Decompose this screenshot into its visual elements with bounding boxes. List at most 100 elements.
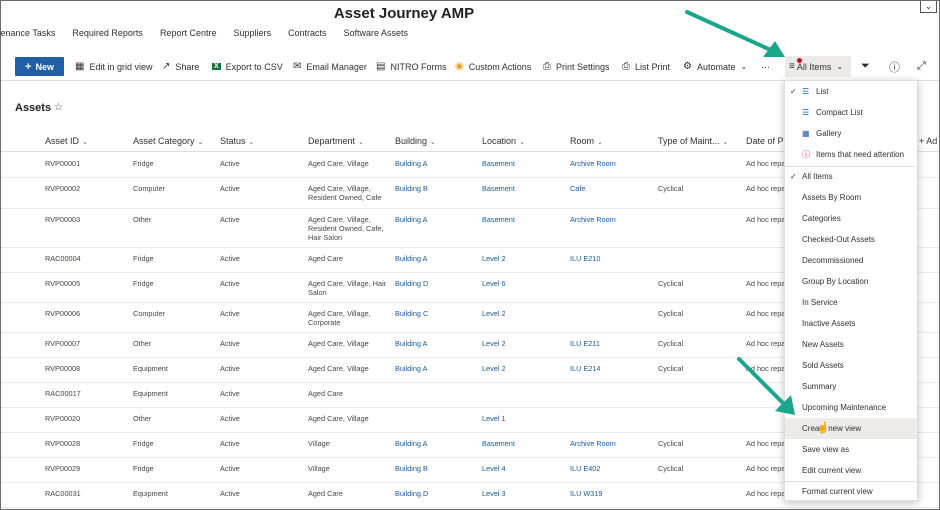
cell-building[interactable]: Building A — [395, 159, 427, 168]
cell-room[interactable]: Archive Room — [570, 215, 616, 224]
cell-department: Aged Care — [308, 389, 343, 398]
menu-item-label: Group By Location — [802, 277, 869, 286]
favorite-star-icon[interactable]: ☆ — [54, 102, 63, 113]
chevron-down-icon[interactable]: ⌄ — [920, 1, 937, 13]
nav-item-suppliers[interactable]: Suppliers — [233, 28, 271, 38]
column-header-status[interactable]: Status ⌄ — [220, 136, 254, 146]
menu-item-edit-current-view[interactable]: Edit current view — [785, 460, 917, 481]
cell-location[interactable]: Level 2 — [482, 339, 506, 348]
cell-location[interactable]: Level 2 — [482, 309, 506, 318]
cell-asset-id: RAC00031 — [45, 489, 81, 498]
cell-room[interactable]: ILU E402 — [570, 464, 600, 473]
column-header-date[interactable]: Date of Pr — [746, 136, 787, 146]
column-header-location[interactable]: Location ⌄ — [482, 136, 525, 146]
menu-item-create-new-view[interactable]: Create new view — [785, 418, 917, 439]
nav-item-required-reports[interactable]: Required Reports — [72, 28, 143, 38]
cell-room[interactable]: ILU E214 — [570, 364, 600, 373]
cell-building[interactable]: Building A — [395, 339, 427, 348]
cell-location[interactable]: Basement — [482, 215, 515, 224]
column-header-asset-category[interactable]: Asset Category ⌄ — [133, 136, 203, 146]
view-selector-button[interactable]: ≡ All Items ⌄ — [785, 56, 851, 77]
cell-location[interactable]: Basement — [482, 439, 515, 448]
column-header-asset-id[interactable]: Asset ID ⌄ — [45, 136, 88, 146]
cell-room[interactable]: Archive Room — [570, 439, 616, 448]
chevron-down-icon: ⌄ — [430, 139, 436, 146]
menu-item-in-service[interactable]: In Service — [785, 292, 917, 313]
cell-room[interactable]: ILU E211 — [570, 339, 600, 348]
cell-building[interactable]: Building A — [395, 439, 427, 448]
menu-item-assets-by-room[interactable]: Assets By Room — [785, 187, 917, 208]
cell-location[interactable]: Level 3 — [482, 489, 506, 498]
column-header-room[interactable]: Room ⌄ — [570, 136, 603, 146]
email-manager-button[interactable]: ✉ Email Manager — [293, 57, 367, 76]
cell-room[interactable]: ILU E210 — [570, 254, 600, 263]
cell-location[interactable]: Basement — [482, 159, 515, 168]
column-header-building[interactable]: Building ⌄ — [395, 136, 436, 146]
nitro-forms-button[interactable]: ▤ NITRO Forms — [376, 57, 446, 76]
menu-item-sold-assets[interactable]: Sold Assets — [785, 355, 917, 376]
cell-room[interactable]: Cafe — [570, 184, 585, 193]
edit-grid-view-button[interactable]: ▦ Edit in grid view — [75, 57, 152, 76]
cell-location[interactable]: Level 6 — [482, 279, 506, 288]
menu-item-compact-list[interactable]: ☰ Compact List — [785, 102, 917, 123]
cell-building[interactable]: Building A — [395, 254, 427, 263]
nav-item-report-centre[interactable]: Report Centre — [160, 28, 217, 38]
menu-item-gallery[interactable]: ▦ Gallery — [785, 123, 917, 144]
share-icon: ↗ — [162, 61, 171, 72]
share-button[interactable]: ↗ Share — [162, 57, 199, 76]
cell-location[interactable]: Basement — [482, 184, 515, 193]
menu-item-format-current-view[interactable]: Format current view — [785, 481, 917, 502]
filter-icon[interactable]: ⏷ — [861, 57, 870, 76]
menu-item-checked-out-assets[interactable]: Checked-Out Assets — [785, 229, 917, 250]
cell-asset-category: Equipment — [133, 364, 168, 373]
cell-location[interactable]: Level 2 — [482, 254, 506, 263]
nav-item-maintenance-tasks[interactable]: ntenance Tasks — [1, 28, 55, 38]
cell-room[interactable]: ILU W319 — [570, 489, 602, 498]
export-csv-button[interactable]: X Export to CSV — [212, 57, 283, 76]
cell-location[interactable]: Level 2 — [482, 364, 506, 373]
cell-room[interactable]: Archive Room — [570, 159, 616, 168]
cell-building[interactable]: Building D — [395, 279, 428, 288]
cell-status: Active — [220, 364, 240, 373]
menu-item-new-assets[interactable]: New Assets — [785, 334, 917, 355]
cell-status: Active — [220, 339, 240, 348]
menu-item-categories[interactable]: Categories — [785, 208, 917, 229]
nav-item-contracts[interactable]: Contracts — [288, 28, 327, 38]
menu-item-label: Categories — [802, 214, 841, 223]
add-column-button[interactable]: + Ad — [919, 136, 937, 146]
menu-item-upcoming-maintenance[interactable]: Upcoming Maintenance — [785, 397, 917, 418]
cell-building[interactable]: Building A — [395, 215, 427, 224]
nitro-forms-label: NITRO Forms — [390, 61, 447, 72]
cell-department: Aged Care, Village, Hair Salon — [308, 279, 387, 297]
menu-item-list[interactable]: ✓ ☰ List — [785, 81, 917, 102]
pointer-cursor-icon: ☝ — [816, 422, 830, 434]
cell-location[interactable]: Level 4 — [482, 464, 506, 473]
info-icon[interactable]: ⓘ — [889, 57, 900, 76]
cell-building[interactable]: Building C — [395, 309, 428, 318]
cell-building[interactable]: Building D — [395, 489, 428, 498]
list-print-button[interactable]: ⎙ List Print — [622, 57, 670, 76]
new-button[interactable]: + New — [15, 57, 64, 76]
menu-item-save-view-as[interactable]: Save view as — [785, 439, 917, 460]
column-header-department[interactable]: Department ⌄ — [308, 136, 364, 146]
cell-type-of-maintenance: Cyclical — [658, 184, 684, 193]
menu-item-inactive-assets[interactable]: Inactive Assets — [785, 313, 917, 334]
print-settings-button[interactable]: ⎙ Print Settings — [543, 57, 610, 76]
menu-item-group-by-location[interactable]: Group By Location — [785, 271, 917, 292]
nav-item-software-assets[interactable]: Software Assets — [344, 28, 409, 38]
custom-actions-button[interactable]: ◉ Custom Actions — [455, 57, 531, 76]
cell-building[interactable]: Building A — [395, 364, 427, 373]
cell-building[interactable]: Building B — [395, 184, 428, 193]
expand-icon[interactable]: ⤢ — [917, 57, 926, 76]
menu-item-decommissioned[interactable]: Decommissioned — [785, 250, 917, 271]
cell-building[interactable]: Building B — [395, 464, 428, 473]
menu-item-items-need-attention[interactable]: ⓘ Items that need attention — [785, 144, 917, 165]
menu-item-summary[interactable]: Summary — [785, 376, 917, 397]
print-settings-label: Print Settings — [556, 61, 610, 72]
cell-status: Active — [220, 389, 240, 398]
cell-asset-category: Other — [133, 215, 152, 224]
column-header-type-of-maintenance[interactable]: Type of Maint... ⌄ — [658, 136, 728, 146]
menu-item-label: Assets By Room — [802, 193, 862, 202]
menu-item-all-items[interactable]: ✓ All Items — [785, 166, 917, 187]
cell-location[interactable]: Level 1 — [482, 414, 506, 423]
